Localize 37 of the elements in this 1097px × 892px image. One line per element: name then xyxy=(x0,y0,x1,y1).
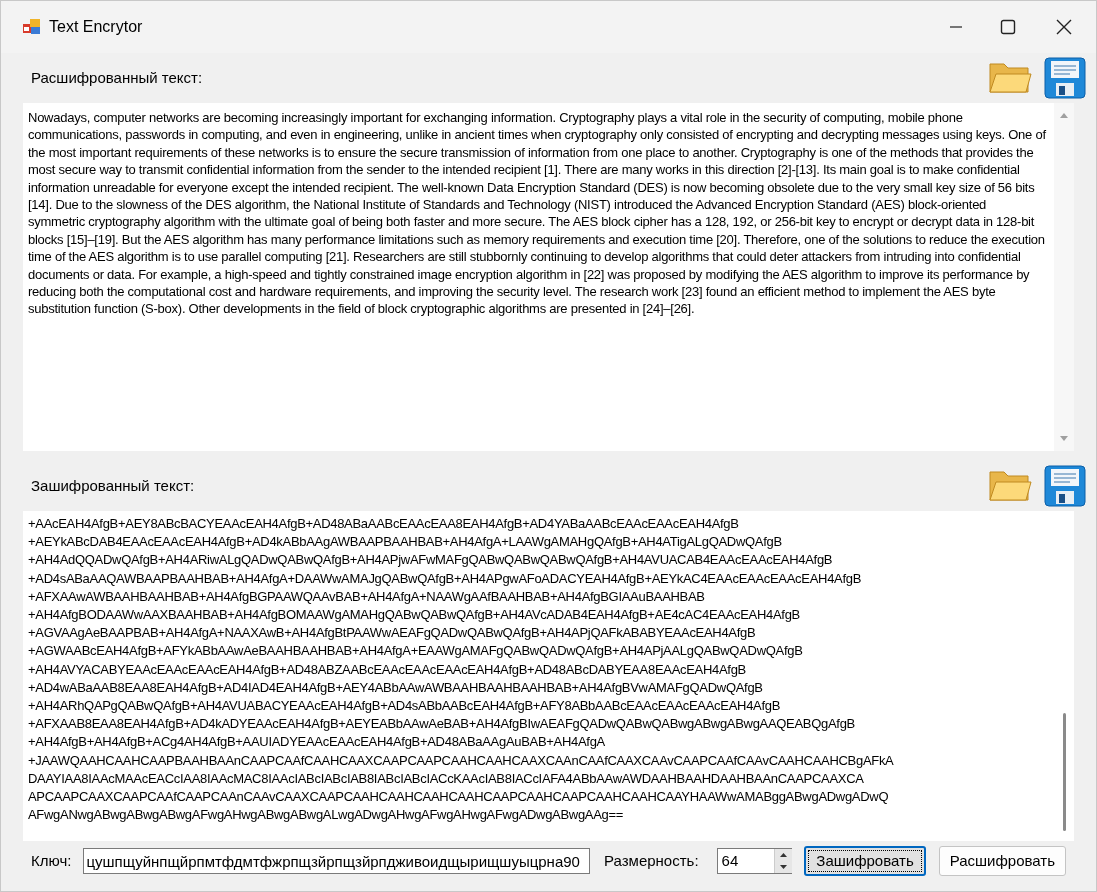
encrypted-text-line: +AGWAABcEAH4AfgB+AFYkABbAAwAeBAAHBAAHBAB+AH4AfgA+EAAWgAMAFgQABwQADwQAfgB+AH4APjAALgQABwQADwQAfgB xyxy=(28,642,803,661)
encrypted-text-line: +AAcEAH4AfgB+AEY8ABcBACYEAAcEAH4AfgB+AD48ABaAABcEAAcEAA8EAH4AfgB+AD4YABaAABcEAAcEAAcEAH4AfgB xyxy=(28,515,739,533)
spin-up-icon[interactable] xyxy=(775,849,793,861)
key-label: Ключ: xyxy=(31,850,72,871)
encrypted-text-line: +AD4wABaAAB8EAA8EAH4AfgB+AD4IAD4EAH4AfgB+AEY4ABbAAwAWBAAHBAAHBAAHBAB+AH4AfgBVwAMAFgQADwQAfgB xyxy=(28,678,763,697)
key-field[interactable]: цушпщуйнпщйрпмтфдмтфжрпщзйрпщзйрпдживоидщырищшуыцрна90 xyxy=(83,848,590,874)
window-title: Text Encrytor xyxy=(49,17,143,37)
encrypted-text-line: +AFXAAwAWBAAHBAAHBAB+AH4AfgBGPAAWQAAvBAB+AH4AfgA+NAAWgAAfBAAHBAB+AH4AfgBGIAAuBAAHBAB xyxy=(28,587,705,606)
maximize-icon[interactable] xyxy=(1000,19,1016,35)
encrypted-text-line: +AGVAAgAeBAAPBAB+AH4AfgA+NAAXAwB+AH4AfgBtPAAWwAEAFgQADwQABwQAfgB+AH4APjQAFkABABYEAAcEAH4AfgB xyxy=(28,624,756,643)
encrypted-text-line: +AH4AVYACABYEAAcEAAcEAAcEAH4AfgB+AD48ABZAABcEAAcEAAcEAAcEAH4AfgB+AD48ABcDABYEAA8EAAcEAH4AfgB xyxy=(28,660,746,679)
encrypted-label: Зашифрованный текст: xyxy=(31,475,195,496)
save-icon[interactable] xyxy=(1044,57,1086,99)
size-spinner[interactable]: 64 xyxy=(716,848,793,874)
encrypted-text-line: +AH4AdQQADwQAfgB+AH4ARiwALgQADwQABwQAfgB+AH4APjwAFwMAFgQABwQABwQABwQAfgB+AH4AVUACAB4EAAcEAAcEAH4AfgB xyxy=(28,551,833,570)
encrypted-text-line: +JAAWQAAHCAAHCAAPBAAHBAAnCAAPCAAfCAAHCAAXCAAPCAAPCAAHCAAHCAAXCAAnCAAfCAAXCAAvCAAPCAAfCAAvCAAHCAAHCBgAFkA xyxy=(28,751,894,770)
save-icon[interactable] xyxy=(1044,465,1086,507)
encrypted-text-line: +AD4sABaAAQAWBAAPBAAHBAB+AH4AfgA+DAAWwAMAJgQABwQAfgB+AH4APgwAFoADACYEAH4AfgB+AEYkAC4EAAcEAAcEAAcEAH4AfgB xyxy=(28,569,862,588)
scrollbar-thumb[interactable] xyxy=(1062,713,1066,831)
spin-down-icon[interactable] xyxy=(775,861,793,873)
encrypted-text-line: APCAAPCAAXCAAPCAAfCAAPCAAnCAAvCAAXCAAPCAAHCAAHCAAHCAAHCAAPCAAHCAAPCAAHCAAHCAAYHAAWwAMABggABwgADwgADwQ xyxy=(28,788,889,807)
decrypted-label: Расшифрованный текст: xyxy=(31,67,203,88)
decrypt-button[interactable]: Расшифровать xyxy=(938,846,1066,876)
decrypted-text: Nowadays, computer networks are becoming increasingly important for exchanging information. Cryptography plays a vital role in the security of computing, mobile phone communications, passwords in computing, and even in engineering, unlike in ancient times when cryptography only consisted of encrypting and decrypting messages using keys. One of the most important requirements of these networks is to ensure the secure transmission of information from one place to another. Cryptography is one of the methods that provides the most secure way to transmit confidential information from the sender to the intended recipient [1]. There are many works in this direction [2]-[13]. Its main goal is to make confidential information unreadable for everyone except the intended recipient. The well-known Data Encryption Standard (DES) is now becoming obsolete due to the very small key size of 56 bits [14]. Due to the slowness of the DES algorithm, the National Institute of Standards and Technology (NIST) introduced the Advanced Encryption Standard (AES) block-oriented symmetric cryptography algorithm with the ultimate goal of being both faster and more secure. The AES block cipher has a 128, 192, or 256-bit key to encrypt or decrypt data in 128-bit blocks [15]–[19]. But the AES algorithm has many performance limitations such as memory requirements and execution time [20]. Therefore, one of the solutions to reduce the execution time of the AES algorithm is to use parallel computing [21]. Researchers are still stubbornly continuing to develop algorithms that could deter attackers from intruding into confidential documents or data. For example, a high-speed and tightly constrained image encryption algorithm in [22] was proposed by modifying the AES algorithm to improve its performance by reducing both the computational cost and hardware requirements, and improving the security level. The research work [23] found an efficient method to implement the AES byte substitution function (S-box). Other developments in the field of block cryptographic algorithms are presented in [24]–[26]. xyxy=(27,109,1047,319)
encrypted-text-line: +AEYkABcDAB4EAAcEAAcEAH4AfgB+AD4kABbAAgAWBAAPBAAHBAB+AH4AfgA+LAAWgAMAHgQAfgB+AH4ATigALgQADwQAfgB xyxy=(28,533,782,552)
encrypted-text-area[interactable] xyxy=(23,511,1074,841)
encrypted-text-line: +AH4AfgB+AH4AfgB+ACg4AH4AfgB+AAUIADYEAAcEAAcEAH4AfgB+AD48ABaAAgAuBAB+AH4AfgA xyxy=(28,733,605,752)
encrypted-text-line: +AFXAAB8EAA8EAH4AfgB+AD4kADYEAAcEAH4AfgB+AEYEABbAAwAeBAB+AH4AfgBIwAEAFgQADwQABwQABwgABwgABwgAAQEABQgAfgB xyxy=(28,715,855,734)
encrypted-text-line: +AH4ARhQAPgQABwQAfgB+AH4AVUABACYEAAcEAH4AfgB+AD4sABbAABcEAH4AfgB+AFY8ABbAABcEAAcEAAcEAAcEAH4AfgB xyxy=(28,697,781,716)
close-icon[interactable] xyxy=(1056,19,1072,35)
app-icon xyxy=(23,19,41,35)
encrypted-text-line: DAAYIAA8IAAcMAAcEACcIAA8IAAcMAC8IAAcIABcIABcIAB8IABcIABcIACcKAAcIAB8IACcIAFA4ABbAAwAWDAAHBAAHDAAHBAAnCAAPCAAXCA xyxy=(28,769,864,788)
encrypt-button[interactable]: Зашифровать xyxy=(804,846,926,876)
encrypted-text-line: AFwgANwgABwgABwgABwgAFwgAHwgABwgABwgALwgADwgAHwgAFwgAHwgAFwgADwgABwgAAg== xyxy=(28,806,624,825)
size-label: Размерность: xyxy=(604,850,699,871)
encrypted-text-line: +AH4AfgBODAAWwAAXBAAHBAB+AH4AfgBOMAAWgAMAHgQABwQABwQAfgB+AH4AVcADAB4EAH4AfgB+AE4cAC4EAAcEAH4AfgB xyxy=(28,606,800,624)
decrypted-text-area[interactable] xyxy=(23,103,1074,451)
